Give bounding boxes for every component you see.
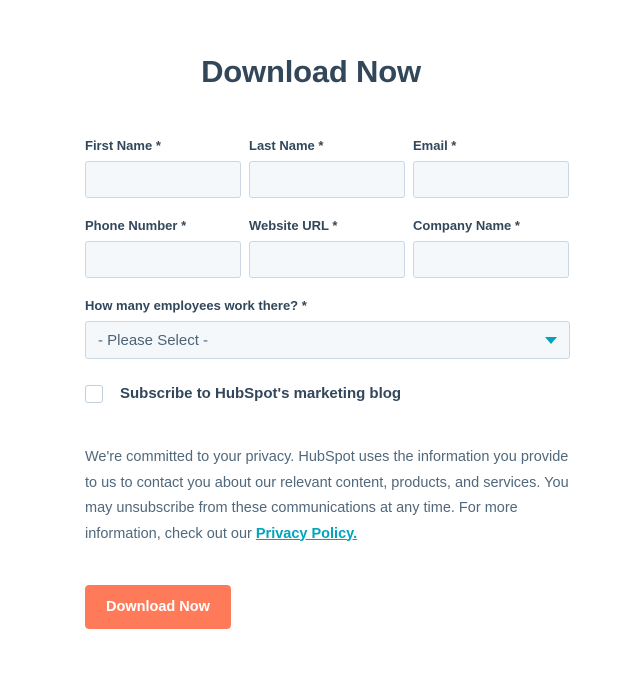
lead-capture-form: First Name * Last Name * Email * Phone N…: [85, 138, 570, 629]
field-phone-number: Phone Number *: [85, 218, 241, 278]
required-asterisk: *: [155, 138, 161, 153]
company-name-input[interactable]: [413, 241, 569, 278]
label-website-url-text: Website URL: [249, 218, 329, 233]
label-last-name-text: Last Name: [249, 138, 315, 153]
required-asterisk: *: [301, 298, 307, 313]
field-last-name: Last Name *: [249, 138, 405, 198]
employee-count-selected-value: - Please Select -: [98, 331, 209, 349]
label-phone-number-text: Phone Number: [85, 218, 178, 233]
label-first-name: First Name *: [85, 138, 241, 154]
page-title: Download Now: [201, 54, 421, 89]
label-email-text: Email: [413, 138, 452, 153]
website-url-input[interactable]: [249, 241, 405, 278]
required-asterisk: *: [514, 218, 520, 233]
field-first-name: First Name *: [85, 138, 241, 198]
label-website-url: Website URL *: [249, 218, 405, 234]
label-company-name: Company Name *: [413, 218, 569, 234]
field-email: Email *: [413, 138, 569, 198]
label-email: Email *: [413, 138, 569, 154]
label-employee-count-text: How many employees work there?: [85, 298, 299, 313]
privacy-consent-text: We're committed to your privacy. HubSpot…: [85, 445, 575, 547]
form-row-3: How many employees work there? * - Pleas…: [85, 298, 570, 359]
subscribe-checkbox-row[interactable]: Subscribe to HubSpot's marketing blog: [85, 385, 570, 403]
required-asterisk: *: [451, 138, 457, 153]
label-last-name: Last Name *: [249, 138, 405, 154]
privacy-policy-link[interactable]: Privacy Policy.: [256, 526, 357, 542]
field-website-url: Website URL *: [249, 218, 405, 278]
download-form-page: Download Now First Name * Last Name * Em…: [0, 0, 622, 698]
required-asterisk: *: [181, 218, 187, 233]
first-name-input[interactable]: [85, 161, 241, 198]
last-name-input[interactable]: [249, 161, 405, 198]
phone-number-input[interactable]: [85, 241, 241, 278]
required-asterisk: *: [332, 218, 338, 233]
subscribe-checkbox-label[interactable]: Subscribe to HubSpot's marketing blog: [120, 385, 401, 403]
form-row-1: First Name * Last Name * Email *: [85, 138, 570, 198]
label-first-name-text: First Name: [85, 138, 153, 153]
required-asterisk: *: [318, 138, 324, 153]
employee-count-select-wrap: - Please Select -: [85, 321, 570, 359]
field-company-name: Company Name *: [413, 218, 569, 278]
download-now-submit-button[interactable]: Download Now: [85, 585, 231, 629]
subscribe-checkbox[interactable]: [85, 385, 103, 403]
field-employee-count: How many employees work there? * - Pleas…: [85, 298, 570, 359]
form-row-2: Phone Number * Website URL * Company Nam…: [85, 218, 570, 278]
label-phone-number: Phone Number *: [85, 218, 241, 234]
label-employee-count: How many employees work there? *: [85, 298, 570, 314]
label-company-name-text: Company Name: [413, 218, 512, 233]
email-input[interactable]: [413, 161, 569, 198]
employee-count-select[interactable]: - Please Select -: [85, 321, 570, 359]
